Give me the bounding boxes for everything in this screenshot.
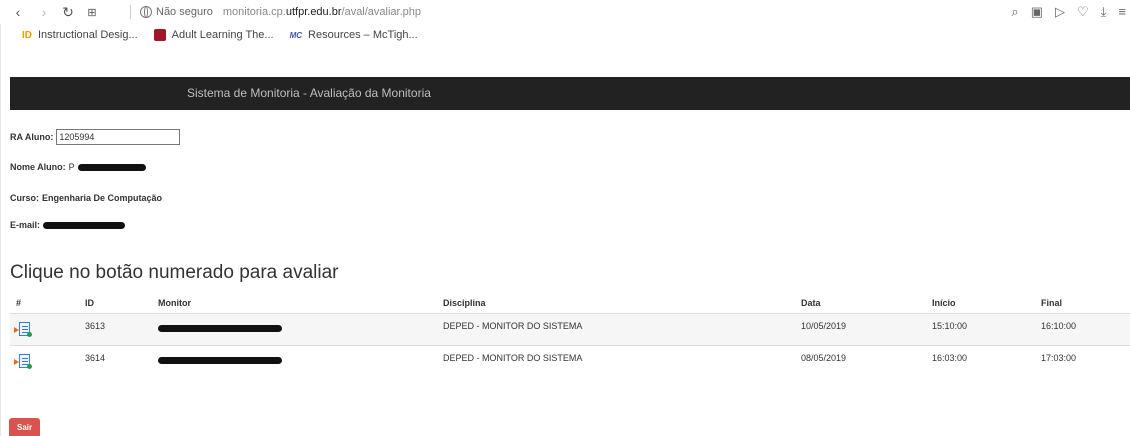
cell-disciplina: DEPED - MONITOR DO SISTEMA: [443, 321, 583, 331]
cell-data: 10/05/2019: [801, 321, 847, 331]
cell-monitor: [158, 356, 282, 366]
sair-button[interactable]: Sair: [9, 418, 41, 436]
bookmark-label: Resources – McTigh...: [308, 29, 418, 41]
heart-icon[interactable]: ♡: [1077, 4, 1089, 20]
app-header: Sistema de Monitoria - Avaliação da Moni…: [10, 77, 1130, 110]
email-label: E-mail:: [10, 220, 41, 230]
bookmark-label: Adult Learning The...: [171, 29, 274, 41]
cell-inicio: 16:03:00: [932, 353, 968, 363]
mctighe-icon: MC: [289, 30, 303, 40]
redacted-monitor-name: [158, 357, 282, 364]
url-host-prefix: monitoria.cp.: [222, 6, 286, 18]
evaluate-icon[interactable]: [14, 353, 32, 371]
nome-aluno-field: Nome Aluno: P: [10, 162, 146, 172]
app-title: Sistema de Monitoria - Avaliação da Moni…: [187, 86, 431, 100]
column-header-id: ID: [85, 298, 94, 308]
bookmark-label: Instructional Desig...: [38, 29, 138, 41]
cell-final: 17:03:00: [1041, 353, 1077, 363]
back-icon[interactable]: ‹: [10, 4, 26, 20]
bookmark-instructional-design[interactable]: ID Instructional Desig...: [22, 29, 138, 41]
adult-learning-icon: [153, 29, 166, 41]
cell-final: 16:10:00: [1041, 321, 1077, 331]
ra-aluno-field: RA Aluno: 1205994: [10, 129, 181, 145]
table-row: 3614 DEPED - MONITOR DO SISTEMA 08/05/20…: [10, 345, 1130, 377]
curso-value: Engenharia De Computação: [42, 193, 163, 203]
column-header-disciplina: Disciplina: [443, 298, 486, 308]
monitorias-table: # ID Monitor Disciplina Data Início Fina…: [10, 293, 1130, 377]
camera-icon[interactable]: ▣: [1031, 4, 1043, 20]
table-header: # ID Monitor Disciplina Data Início Fina…: [10, 293, 1130, 313]
cell-inicio: 15:10:00: [932, 321, 968, 331]
id-icon: ID: [22, 29, 32, 41]
ra-aluno-label: RA Aluno:: [10, 132, 54, 142]
email-field: E-mail:: [10, 220, 126, 230]
browser-toolbar: ‹ › ↻ ⊞ Não seguro monitoria.cp. utfpr.ed…: [0, 0, 1130, 24]
evaluate-icon[interactable]: [14, 321, 32, 339]
column-header-number: #: [16, 298, 22, 308]
column-header-data: Data: [801, 298, 821, 308]
cell-data: 08/05/2019: [801, 353, 847, 363]
security-status[interactable]: Não seguro: [156, 6, 213, 18]
url-path: /aval/avaliar.php: [341, 6, 422, 18]
column-header-monitor: Monitor: [158, 298, 191, 308]
curso-field: Curso: Engenharia De Computação: [10, 193, 162, 203]
ra-aluno-input[interactable]: 1205994: [56, 129, 181, 145]
bookmark-adult-learning[interactable]: Adult Learning The...: [153, 29, 274, 41]
page-left-edge: [0, 24, 1, 436]
redacted-monitor-name: [158, 325, 282, 332]
address-bar[interactable]: Não seguro monitoria.cp. utfpr.edu.br/ava…: [130, 4, 422, 20]
download-icon[interactable]: ⤓: [1101, 4, 1107, 20]
url-host-main: utfpr.edu.br: [285, 6, 342, 18]
send-icon[interactable]: ▷: [1055, 4, 1065, 20]
forward-icon[interactable]: ›: [36, 4, 52, 20]
page-title: Clique no botão numerado para avaliar: [10, 262, 339, 283]
column-header-inicio: Início: [932, 298, 956, 308]
nome-aluno-label: Nome Aluno:: [10, 162, 66, 172]
cell-disciplina: DEPED - MONITOR DO SISTEMA: [443, 353, 583, 363]
toolbar-divider: [130, 5, 131, 19]
redacted-email: [43, 221, 126, 229]
cell-monitor: [158, 324, 282, 334]
bookmark-mctighe[interactable]: MC Resources – McTigh...: [290, 29, 418, 41]
curso-label: Curso:: [10, 193, 39, 203]
apps-grid-icon[interactable]: ⊞: [84, 4, 100, 20]
toolbar-right-icons: ⌕ ▣ ▷ ♡ ⤓ ≡: [1011, 4, 1126, 20]
column-header-final: Final: [1041, 298, 1063, 308]
table-row: 3613 DEPED - MONITOR DO SISTEMA 10/05/20…: [10, 313, 1130, 345]
menu-icon[interactable]: ≡: [1118, 4, 1126, 20]
reload-icon[interactable]: ↻: [60, 4, 76, 20]
nome-aluno-initial: P: [68, 162, 75, 172]
redacted-name: [77, 163, 146, 171]
bookmarks-bar: ID Instructional Desig... Adult Learning…: [0, 24, 1130, 46]
search-icon[interactable]: ⌕: [1011, 4, 1018, 20]
cell-id: 3614: [85, 353, 106, 363]
globe-icon: [140, 6, 152, 18]
cell-id: 3613: [85, 321, 106, 331]
